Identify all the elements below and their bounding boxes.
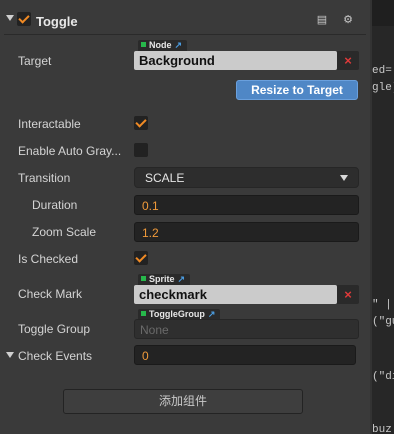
toggle-group-label: Toggle Group <box>18 322 91 336</box>
toggle-group-value: None <box>140 323 169 337</box>
remove-target-icon[interactable]: × <box>337 51 359 70</box>
zoom-scale-input[interactable]: 1.2 <box>134 222 359 242</box>
chevron-down-icon <box>340 175 348 181</box>
target-label: Target <box>18 54 52 68</box>
header-divider <box>4 34 366 35</box>
check-events-label: Check Events <box>18 349 93 363</box>
code-editor-strip: ed= gle) " | ("gu ("di buz <box>370 0 394 434</box>
component-header[interactable]: Toggle ▤ ⚙ <box>0 8 370 34</box>
interactable-label: Interactable <box>18 117 81 131</box>
auto-gray-label: Enable Auto Gray... <box>18 144 122 158</box>
auto-gray-checkbox[interactable] <box>134 143 148 157</box>
component-title: Toggle <box>36 14 78 29</box>
code-line: gle) <box>372 82 394 94</box>
is-checked-checkbox[interactable] <box>134 251 148 265</box>
check-events-count-input[interactable]: 0 <box>134 345 356 365</box>
collapse-arrow-icon[interactable] <box>6 15 14 21</box>
code-line: ed= <box>372 65 392 77</box>
check-mark-value: checkmark <box>139 287 207 302</box>
component-enabled-checkbox[interactable] <box>17 12 31 26</box>
transition-select[interactable]: SCALE <box>134 167 359 188</box>
external-link-icon[interactable]: ↗ <box>178 274 186 285</box>
code-line: ("di <box>372 371 394 383</box>
code-line: ("gu <box>372 316 394 328</box>
check-mark-field[interactable]: checkmark × <box>134 285 359 305</box>
resize-to-target-button[interactable]: Resize to Target <box>236 80 358 100</box>
inspector-panel: Toggle ▤ ⚙ Target Node ↗ Background × Res… <box>0 0 370 434</box>
remove-check-mark-icon[interactable]: × <box>337 285 359 304</box>
code-line: buz <box>372 424 392 434</box>
check-mark-label: Check Mark <box>18 287 83 301</box>
check-events-value: 0 <box>142 349 149 363</box>
gear-icon[interactable]: ⚙ <box>342 14 354 26</box>
transition-value: SCALE <box>145 171 185 185</box>
external-link-icon[interactable]: ↗ <box>175 40 183 51</box>
book-icon[interactable]: ▤ <box>316 14 328 26</box>
code-line: " | <box>372 299 392 311</box>
duration-value: 0.1 <box>142 199 159 213</box>
target-type-tag: Node ↗ <box>138 40 188 51</box>
zoom-scale-value: 1.2 <box>142 226 159 240</box>
interactable-checkbox[interactable] <box>134 116 148 130</box>
target-value: Background <box>139 53 215 68</box>
target-field[interactable]: Background × <box>134 51 359 71</box>
transition-label: Transition <box>18 171 71 185</box>
duration-label: Duration <box>32 198 78 212</box>
toggle-group-field[interactable]: None <box>134 319 359 339</box>
add-component-button[interactable]: 添加组件 <box>63 389 303 414</box>
is-checked-label: Is Checked <box>18 252 79 266</box>
zoom-scale-label: Zoom Scale <box>32 225 97 239</box>
check-events-expand-icon[interactable] <box>6 352 14 358</box>
duration-input[interactable]: 0.1 <box>134 195 359 215</box>
check-mark-type-tag: Sprite ↗ <box>138 274 191 285</box>
